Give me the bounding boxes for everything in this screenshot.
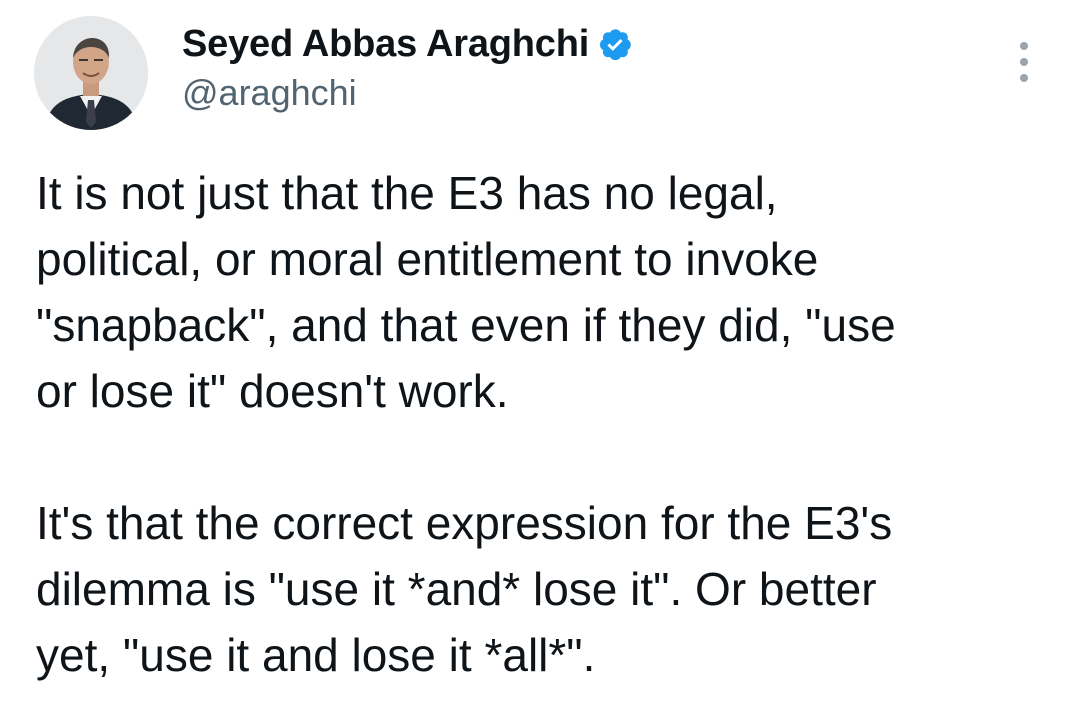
dot-icon	[1020, 42, 1028, 50]
dot-icon	[1020, 74, 1028, 82]
tweet-card: Seyed Abbas Araghchi @araghchi It is not…	[0, 0, 1080, 708]
tweet-body: It is not just that the E3 has no legal,…	[36, 160, 1056, 688]
tweet-paragraph: It's that the correct expression for the…	[36, 497, 893, 681]
dot-icon	[1020, 58, 1028, 66]
more-options-icon[interactable]	[1012, 42, 1036, 82]
author-avatar[interactable]	[34, 16, 148, 130]
author-display-name[interactable]: Seyed Abbas Araghchi	[182, 23, 589, 66]
tweet-paragraph: It is not just that the E3 has no legal,…	[36, 167, 896, 417]
author-handle[interactable]: @araghchi	[182, 72, 357, 114]
verified-badge-icon	[597, 26, 633, 62]
profile-photo-icon	[34, 16, 148, 130]
author-name-row: Seyed Abbas Araghchi	[182, 18, 633, 70]
